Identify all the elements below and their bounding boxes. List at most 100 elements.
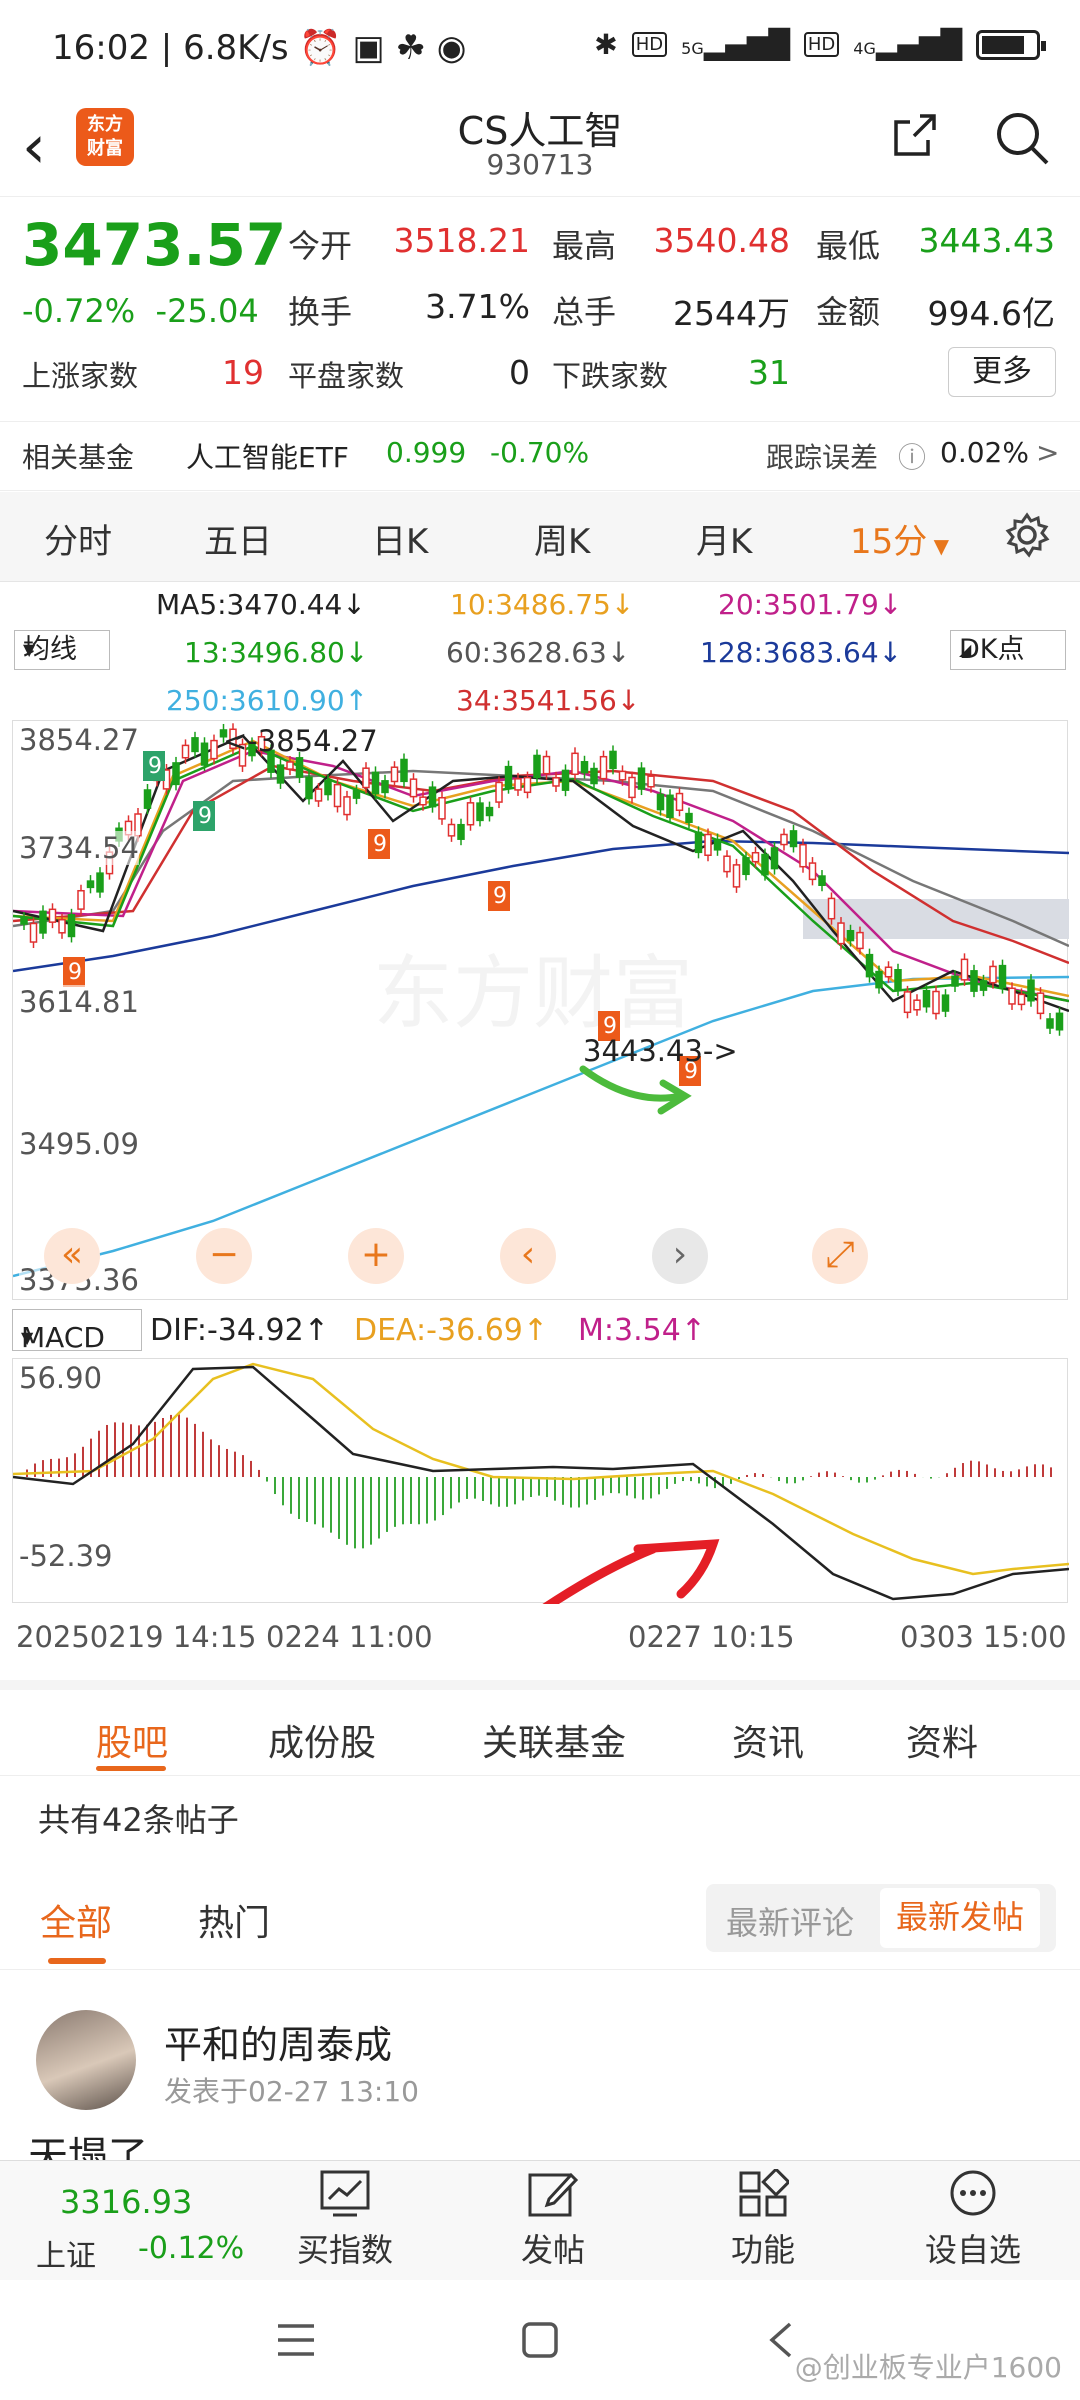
candle-body [789, 830, 798, 848]
candle-body [48, 908, 57, 923]
tab-daily-k[interactable]: 日K [372, 514, 428, 563]
macd-histogram [18, 1414, 1052, 1549]
date-axis: 20250219 14:15 0224 11:00 0227 10:15 030… [0, 1620, 1080, 1670]
candle-body [1046, 1018, 1054, 1029]
candle-body [514, 778, 522, 791]
sh-index-change[interactable]: -0.12% [138, 2231, 244, 2266]
tab-related-funds[interactable]: 关联基金 [482, 1714, 626, 1766]
candle-body [542, 755, 551, 775]
post-body[interactable]: 天塌了 [28, 2124, 148, 2160]
macd-chart[interactable]: 56.90 -52.39 [12, 1358, 1070, 1614]
fullscreen-button[interactable]: ⤢ [812, 1228, 868, 1284]
y-label-1: 3854.27 [19, 723, 139, 757]
date-label-2: 0224 11:00 [266, 1620, 433, 1654]
gear-icon[interactable] [1004, 512, 1050, 558]
active-tab-underline [96, 1766, 166, 1771]
tab-profile[interactable]: 资料 [906, 1714, 978, 1766]
menu-icon[interactable] [276, 2322, 316, 2358]
candle-body [181, 744, 190, 759]
candle-body [932, 990, 940, 1015]
share-icon[interactable] [890, 110, 940, 160]
candle-body [989, 965, 997, 984]
help-icon[interactable]: ⓘ [898, 436, 926, 476]
tab-constituents[interactable]: 成份股 [268, 1714, 376, 1766]
price-change: -0.72% -25.04 [22, 292, 259, 330]
flat-label: 平盘家数 [288, 359, 405, 393]
scroll-left-button[interactable]: ‹ [500, 1228, 556, 1284]
candle-body [552, 777, 560, 787]
home-icon[interactable] [520, 2320, 560, 2360]
candle-body [295, 757, 304, 778]
candle-body [324, 779, 332, 796]
candle-body [504, 765, 513, 789]
system-nav-bar: @创业板专业户1600 [0, 2280, 1080, 2400]
date-label-4: 0303 15:00 [900, 1620, 1067, 1654]
tab-news[interactable]: 资讯 [732, 1714, 804, 1766]
grid-icon [739, 2169, 789, 2217]
volume-value: 2544万 [673, 294, 790, 333]
search-icon[interactable] [992, 108, 1052, 168]
ma5-value: MA5:3470.44↓ [156, 588, 366, 621]
amount-value: 994.6亿 [927, 294, 1055, 333]
chart-icon [320, 2170, 370, 2217]
macd-svg [12, 1362, 1070, 1614]
add-watchlist-button[interactable]: 设自选 [898, 2169, 1048, 2271]
fund-label: 相关基金 [22, 441, 135, 474]
candle-body [780, 833, 788, 846]
dk-point-button[interactable]: DK点 ◢ [950, 630, 1066, 670]
zoom-in-button[interactable]: + [348, 1228, 404, 1284]
ma-select[interactable]: 均线 ▼ [14, 630, 110, 670]
buy-index-button[interactable]: 买指数 [270, 2169, 420, 2271]
more-circle-icon [950, 2170, 996, 2216]
dif-line [12, 1365, 1070, 1601]
signal-4g-icon: 4G▂▄▆█ [853, 28, 962, 61]
macd-top-label: 56.90 [19, 1361, 103, 1395]
candle-body [827, 897, 836, 920]
zoom-out-button[interactable]: − [196, 1228, 252, 1284]
candle-body [922, 989, 931, 1008]
candle-body [371, 771, 380, 795]
low-marker: 3443.43-> [583, 1034, 738, 1068]
candle-body [276, 764, 285, 784]
tab-all[interactable]: 全部 [40, 1894, 112, 1946]
candle-body [666, 794, 674, 819]
post-item[interactable]: 平和的周泰成 发表于02-27 13:10 天塌了 [0, 1990, 1080, 2160]
candle-body [200, 742, 209, 766]
candle-body [571, 752, 579, 776]
tab-five-day[interactable]: 五日 [204, 514, 272, 563]
post-author[interactable]: 平和的周泰成 [164, 2014, 392, 2069]
track-error-label: 跟踪误差 [766, 441, 879, 474]
tab-intraday[interactable]: 分时 [44, 514, 112, 563]
sh-index-name[interactable]: 上证 [36, 2231, 96, 2275]
back-nav-icon[interactable] [766, 2320, 796, 2360]
candle-body [86, 880, 95, 889]
related-fund-row[interactable]: 相关基金 人工智能ETF 0.999 -0.70% 跟踪误差 ⓘ 0.02% > [0, 421, 1080, 491]
scroll-right-button[interactable]: › [652, 1228, 708, 1284]
tab-hot[interactable]: 热门 [198, 1894, 270, 1946]
scroll-start-button[interactable]: « [44, 1228, 100, 1284]
tab-guba[interactable]: 股吧 [96, 1714, 168, 1766]
avatar[interactable] [36, 2010, 136, 2110]
tab-weekly-k[interactable]: 周K [534, 514, 590, 563]
functions-button[interactable]: 功能 [688, 2169, 838, 2271]
ma-legend: MA5:3470.44↓ 10:3486.75↓ 20:3501.79↓ 均线 … [0, 584, 1080, 717]
fund-pct: -0.70% [490, 436, 590, 469]
macd-bottom-label: -52.39 [19, 1539, 113, 1573]
kline-chart[interactable]: 东方财富 9 9 9 9 9 9 9 <-3854.27 3443.43-> 3… [12, 720, 1069, 1300]
candle-body [466, 802, 475, 826]
tab-monthly-k[interactable]: 月K [696, 514, 752, 563]
sort-latest-post[interactable]: 最新发帖 [880, 1888, 1041, 1948]
macd-select[interactable]: MACD ▼ [12, 1309, 142, 1354]
candle-body [894, 968, 902, 991]
candle-body [362, 767, 370, 789]
candle-body [1055, 1012, 1064, 1031]
candle-body [580, 761, 589, 774]
candle-body [713, 838, 722, 851]
more-button[interactable]: 更多 [948, 347, 1056, 397]
turnover-value: 3.71% [425, 287, 530, 326]
tab-15min[interactable]: 15分 ▼ [850, 514, 949, 563]
candle-body [438, 796, 446, 820]
sh-index-price[interactable]: 3316.93 [60, 2183, 192, 2221]
new-post-button[interactable]: 发帖 [478, 2169, 628, 2271]
sort-latest-comment[interactable]: 最新评论 [726, 1898, 854, 1944]
